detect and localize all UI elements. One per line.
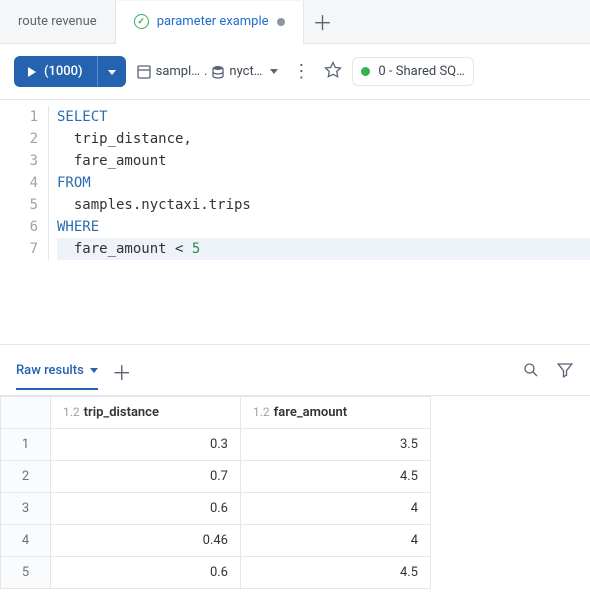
filter-icon [556, 361, 574, 379]
cell-value[interactable]: 4 [241, 525, 431, 557]
line-number: 5 [0, 194, 38, 216]
line-number: 6 [0, 216, 38, 238]
results-tab-raw[interactable]: Raw results [16, 363, 98, 390]
line-number: 2 [0, 128, 38, 150]
separator-dot: . [204, 64, 207, 79]
cell-value[interactable]: 4 [241, 493, 431, 525]
new-tab-button[interactable]: ＋ [304, 7, 342, 36]
code-line[interactable]: trip_distance, [57, 128, 590, 150]
database-icon [211, 65, 225, 79]
column-name: trip_distance [84, 405, 159, 420]
cell-value[interactable]: 4.5 [241, 557, 431, 589]
line-number: 4 [0, 172, 38, 194]
add-visualization-button[interactable]: ＋ [112, 357, 132, 396]
cluster-selector[interactable]: 0 - Shared SQ… [352, 57, 473, 86]
column-header[interactable]: 1.2 trip_distance [51, 397, 241, 429]
table-row[interactable]: 10.33.5 [1, 429, 431, 461]
favorite-button[interactable] [324, 61, 342, 83]
star-icon [324, 61, 342, 79]
table-row[interactable]: 40.464 [1, 525, 431, 557]
cell-value[interactable]: 0.3 [51, 429, 241, 461]
results-table: 1.2trip_distance1.2fare_amount10.33.520.… [0, 396, 431, 589]
play-icon [28, 67, 36, 77]
unsaved-indicator-icon [277, 18, 285, 26]
catalog-schema-selector[interactable]: sampl… . nyct… [136, 64, 279, 80]
code-line[interactable]: samples.nyctaxi.trips [57, 194, 590, 216]
datatype-label: 1.2 [63, 405, 80, 419]
run-button-group: (1000) [14, 56, 126, 87]
cell-value[interactable]: 0.7 [51, 461, 241, 493]
chevron-down-icon [270, 69, 278, 74]
status-success-icon [134, 14, 149, 29]
row-number: 4 [1, 525, 51, 557]
datatype-label: 1.2 [253, 405, 270, 419]
run-button[interactable]: (1000) [14, 56, 97, 87]
tab-parameter-example[interactable]: parameter example [116, 1, 304, 44]
line-number: 3 [0, 150, 38, 172]
table-row[interactable]: 30.64 [1, 493, 431, 525]
code-line[interactable]: FROM [57, 172, 590, 194]
row-number: 5 [1, 557, 51, 589]
code-line[interactable]: fare_amount < 5 [57, 238, 590, 260]
search-results-button[interactable] [522, 361, 540, 383]
more-options-button[interactable]: ⋮ [288, 61, 314, 82]
results-tab-label: Raw results [16, 363, 84, 378]
table-row[interactable]: 50.64.5 [1, 557, 431, 589]
run-limit-label: (1000) [44, 64, 83, 79]
cell-value[interactable]: 0.6 [51, 557, 241, 589]
code-line[interactable]: SELECT [57, 106, 590, 128]
table-row[interactable]: 20.74.5 [1, 461, 431, 493]
header-rownum [1, 397, 51, 429]
cell-value[interactable]: 0.6 [51, 493, 241, 525]
line-gutter: 1234567 [0, 106, 48, 260]
code-area[interactable]: SELECT trip_distance, fare_amountFROM sa… [48, 106, 590, 260]
catalog-icon [136, 64, 152, 80]
cluster-label: 0 - Shared SQ… [378, 64, 464, 79]
chevron-down-icon [108, 70, 116, 75]
code-line[interactable]: WHERE [57, 216, 590, 238]
tab-label: parameter example [157, 14, 269, 29]
cell-value[interactable]: 4.5 [241, 461, 431, 493]
row-number: 1 [1, 429, 51, 461]
cell-value[interactable]: 3.5 [241, 429, 431, 461]
line-number: 1 [0, 106, 38, 128]
schema-label: nyct… [229, 64, 262, 79]
search-icon [522, 361, 540, 379]
line-number: 7 [0, 238, 38, 260]
cluster-running-icon [361, 67, 370, 76]
cell-value[interactable]: 0.46 [51, 525, 241, 557]
sql-editor[interactable]: 1234567 SELECT trip_distance, fare_amoun… [0, 100, 590, 260]
chevron-down-icon [90, 368, 98, 373]
toolbar: (1000) sampl… . nyct… ⋮ 0 - [0, 44, 590, 100]
column-header[interactable]: 1.2 fare_amount [241, 397, 431, 429]
tab-route-revenue[interactable]: route revenue [0, 0, 116, 43]
column-name: fare_amount [274, 405, 347, 420]
filter-results-button[interactable] [556, 361, 574, 383]
run-dropdown-button[interactable] [97, 56, 126, 87]
row-number: 3 [1, 493, 51, 525]
tab-label: route revenue [18, 14, 97, 29]
row-number: 2 [1, 461, 51, 493]
code-line[interactable]: fare_amount [57, 150, 590, 172]
tab-bar: route revenue parameter example ＋ [0, 0, 590, 44]
catalog-label: sampl… [156, 64, 200, 79]
